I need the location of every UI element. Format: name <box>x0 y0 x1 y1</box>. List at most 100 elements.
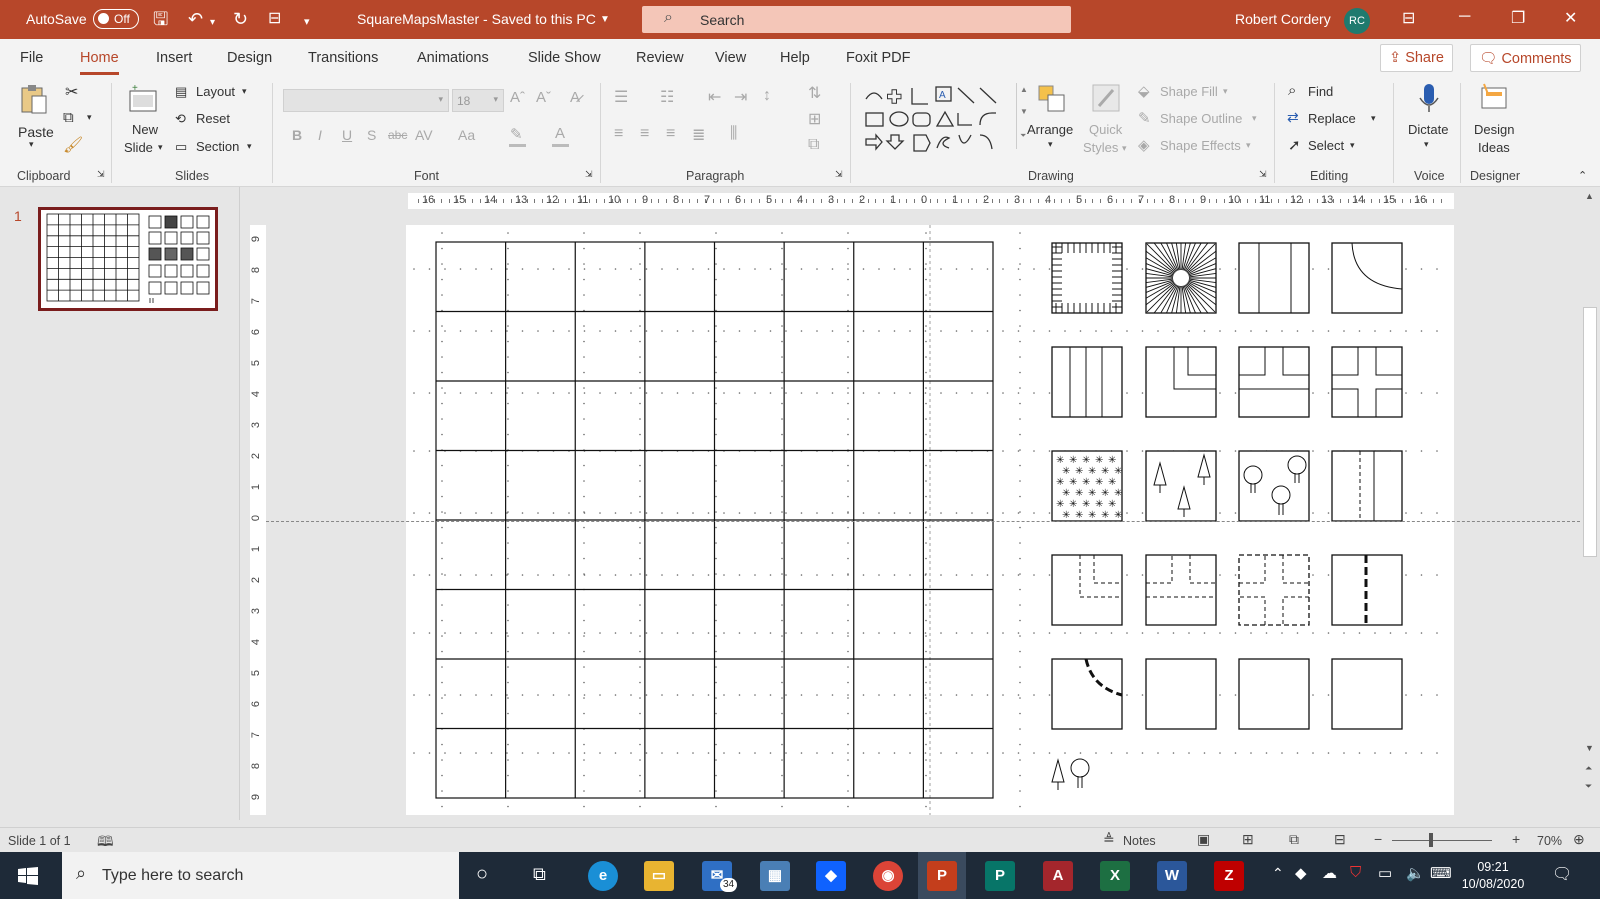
select-button[interactable]: Select <box>1308 138 1344 153</box>
clear-formatting-icon[interactable]: A̷ <box>570 89 580 106</box>
task-view-icon[interactable]: ⧉ <box>533 864 546 885</box>
decrease-indent-icon[interactable]: ⇤ <box>708 87 721 107</box>
shape-outline-button[interactable]: Shape Outline <box>1160 111 1242 126</box>
character-spacing-button[interactable]: AV <box>415 127 433 143</box>
notifications-icon[interactable]: 🗨 <box>1552 864 1572 884</box>
smartart-icon[interactable]: ⧉ <box>808 136 819 154</box>
clipboard-launcher-icon[interactable]: ⇲ <box>97 169 105 180</box>
copy-icon[interactable]: ⧉ <box>63 109 74 126</box>
align-left-icon[interactable]: ≡ <box>614 125 623 143</box>
excel-icon[interactable]: X <box>1100 861 1130 891</box>
chrome-icon[interactable]: ◉ <box>873 861 903 891</box>
tab-file[interactable]: File <box>20 50 43 66</box>
tab-insert[interactable]: Insert <box>156 50 192 66</box>
user-name[interactable]: Robert Cordery <box>1235 11 1331 27</box>
shape-fill-button[interactable]: Shape Fill <box>1160 84 1218 99</box>
tile-sunburst[interactable] <box>1133 230 1229 326</box>
design-ideas-label-2[interactable]: Ideas <box>1478 140 1510 155</box>
find-button[interactable]: Find <box>1308 84 1333 99</box>
redo-icon[interactable]: ↻ <box>233 9 248 29</box>
tile-blank-1[interactable] <box>1145 658 1217 730</box>
tile-track-crossroads[interactable] <box>1238 554 1310 626</box>
tile-blank-3[interactable] <box>1331 658 1403 730</box>
new-slide-dropdown-icon[interactable]: ▾ <box>158 142 163 153</box>
align-center-icon[interactable]: ≡ <box>640 125 649 143</box>
numbering-icon[interactable]: ☷ <box>660 87 674 107</box>
zoom-slider[interactable] <box>1392 840 1492 841</box>
font-color-icon[interactable]: A <box>555 125 565 142</box>
tab-animations[interactable]: Animations <box>417 50 489 66</box>
volume-icon[interactable]: 🔈 <box>1406 864 1425 882</box>
avatar[interactable]: RC <box>1344 8 1370 34</box>
font-size-field[interactable]: 18 ▾ <box>452 89 504 112</box>
tile-bordered-square[interactable] <box>1051 242 1123 314</box>
section-button[interactable]: Section <box>196 139 239 154</box>
shape-effects-button[interactable]: Shape Effects <box>1160 138 1241 153</box>
line-spacing-icon[interactable]: ↕ <box>763 87 771 105</box>
tile-road-straight-vertical[interactable] <box>1238 242 1310 314</box>
scroll-up-icon[interactable]: ▲ <box>1585 191 1594 201</box>
drawing-launcher-icon[interactable]: ⇲ <box>1259 169 1267 180</box>
word-icon[interactable]: W <box>1157 861 1187 891</box>
vertical-ruler[interactable]: 9 8 7 6 5 4 3 2 1 0 1 2 3 4 5 6 7 8 9 <box>250 225 266 815</box>
tab-transitions[interactable]: Transitions <box>308 50 378 66</box>
quick-styles-label-1[interactable]: Quick <box>1089 122 1122 137</box>
shapes-gallery[interactable]: A <box>862 83 1014 153</box>
tab-help[interactable]: Help <box>780 50 810 66</box>
tile-track-straight[interactable] <box>1331 450 1403 522</box>
zoom-in-button[interactable]: + <box>1512 831 1520 847</box>
replace-dropdown-icon[interactable]: ▾ <box>1371 113 1376 124</box>
layout-button[interactable]: Layout <box>196 84 235 99</box>
antivirus-icon[interactable]: ⛉ <box>1350 864 1361 881</box>
quick-styles-dropdown-icon[interactable]: ▾ <box>1122 143 1127 154</box>
tile-road-t-junction[interactable] <box>1238 346 1310 418</box>
shape-effects-dropdown-icon[interactable]: ▾ <box>1246 140 1251 151</box>
align-right-icon[interactable]: ≡ <box>666 125 675 143</box>
network-icon[interactable]: ▭ <box>1378 864 1392 882</box>
font-launcher-icon[interactable]: ⇲ <box>585 169 593 180</box>
paste-dropdown-icon[interactable]: ▾ <box>29 139 34 150</box>
replace-button[interactable]: Replace <box>1308 111 1356 126</box>
autosave-toggle[interactable]: Off <box>93 9 139 29</box>
increase-indent-icon[interactable]: ⇥ <box>734 87 747 107</box>
reading-view-icon[interactable]: ⧉ <box>1289 831 1299 848</box>
tray-chevron-icon[interactable]: ⌃ <box>1272 865 1284 882</box>
tile-track-corner[interactable] <box>1051 554 1123 626</box>
previous-slide-icon[interactable]: ⏶ <box>1585 763 1592 774</box>
tab-review[interactable]: Review <box>636 50 684 66</box>
columns-icon[interactable]: ⫼ <box>730 125 737 143</box>
map-grid[interactable] <box>435 241 994 799</box>
slide-thumbnail[interactable] <box>38 207 218 311</box>
dropbox-icon[interactable]: ◆ <box>816 861 846 891</box>
dictate-button[interactable]: Dictate <box>1408 122 1448 137</box>
powerpoint-icon[interactable]: P <box>927 861 957 891</box>
quick-styles-label-2[interactable]: Styles <box>1083 140 1118 155</box>
access-icon[interactable]: A <box>1043 861 1073 891</box>
filezilla-icon[interactable]: Z <box>1214 861 1244 891</box>
layout-dropdown-icon[interactable]: ▾ <box>242 86 247 97</box>
onedrive-icon[interactable]: ☁ <box>1322 864 1337 882</box>
tile-road-crossroads[interactable] <box>1331 346 1403 418</box>
minimize-icon[interactable]: ─ <box>1459 8 1470 26</box>
tile-blank-2[interactable] <box>1238 658 1310 730</box>
tile-road-corner[interactable] <box>1145 346 1217 418</box>
shape-outline-dropdown-icon[interactable]: ▾ <box>1252 113 1257 124</box>
zoom-slider-thumb[interactable] <box>1429 833 1433 847</box>
file-explorer-icon[interactable]: ▭ <box>644 861 674 891</box>
document-title[interactable]: SquareMapsMaster - Saved to this PC <box>357 11 596 27</box>
tab-design[interactable]: Design <box>227 50 272 66</box>
arrange-button[interactable]: Arrange <box>1027 122 1073 137</box>
tab-foxit-pdf[interactable]: Foxit PDF <box>846 50 910 66</box>
scroll-down-icon[interactable]: ▼ <box>1585 743 1594 753</box>
share-button[interactable]: ⇪ Share <box>1380 44 1453 72</box>
slide-content[interactable]: ✳ ✳ ✳ ✳ ✳✳ ✳ ✳ ✳ ✳✳ ✳ ✳ ✳ ✳✳ ✳ ✳ ✳ ✳✳ ✳ ✳ ✳ ✳✳ ✳ ✳ ✳ ✳ <box>406 225 1454 815</box>
restore-icon[interactable]: ❐ <box>1511 8 1525 28</box>
scroll-thumb[interactable] <box>1583 307 1597 557</box>
change-case-button[interactable]: Aa <box>458 127 475 143</box>
loose-trees[interactable] <box>1051 758 1090 790</box>
collapse-ribbon-icon[interactable]: ⌃ <box>1578 169 1587 182</box>
select-dropdown-icon[interactable]: ▾ <box>1350 140 1355 151</box>
text-direction-icon[interactable]: ⇅ <box>808 83 821 103</box>
zoom-out-button[interactable]: − <box>1374 831 1382 847</box>
taskbar-search[interactable]: ⌕ Type here to search <box>62 852 459 899</box>
